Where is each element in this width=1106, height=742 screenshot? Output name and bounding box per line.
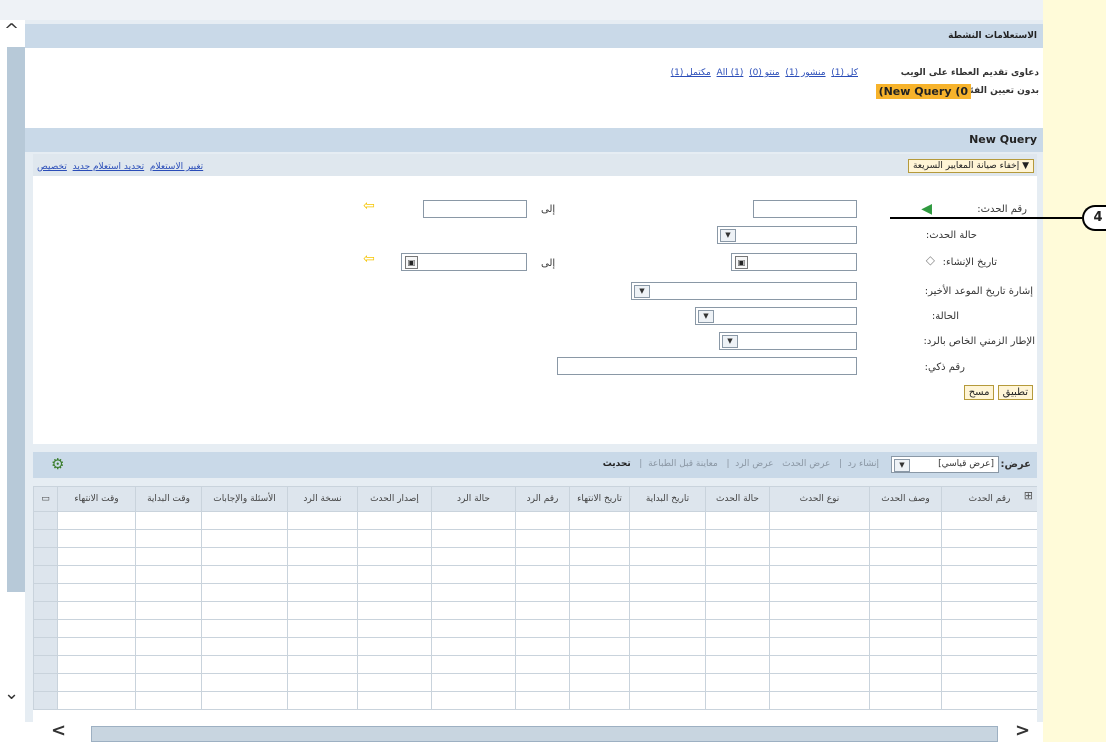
callout-overlay: [890, 217, 1082, 219]
callout-number: 4: [1093, 210, 1103, 225]
callout-badge: 4: [1082, 205, 1106, 231]
